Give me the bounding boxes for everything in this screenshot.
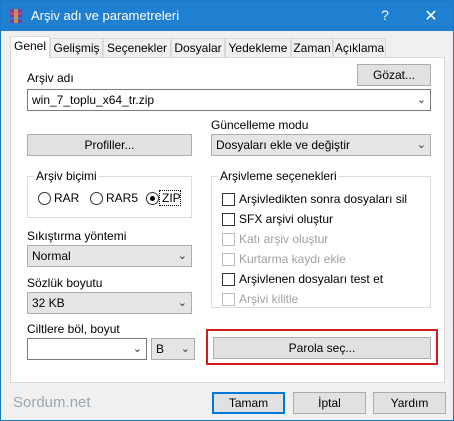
compression-select[interactable]: Normal ⌄ — [27, 245, 192, 267]
chevron-down-icon: ⌄ — [177, 250, 187, 262]
tab-general[interactable]: Genel — [10, 36, 50, 58]
checkbox-sfx-label: SFX arşivi oluştur — [239, 212, 334, 226]
chevron-down-icon[interactable]: ⌄ — [417, 90, 426, 110]
dictionary-label: Sözlük boyutu — [27, 276, 103, 290]
tab-advanced[interactable]: Gelişmiş — [50, 38, 103, 57]
checkbox-test-label: Arşivlenen dosyaları test et — [239, 272, 384, 286]
general-panel: Arşiv adı Gözat... win_7_toplu_x64_tr.zi… — [10, 57, 445, 383]
cancel-button[interactable]: İptal — [293, 392, 366, 414]
update-mode-value: Dosyaları ekle ve değiştir — [216, 138, 351, 152]
help-title-button[interactable]: ? — [373, 7, 397, 23]
browse-button[interactable]: Gözat... — [357, 64, 431, 86]
title-bar: Arşiv adı ve parametreleri ? ✕ — [1, 1, 453, 31]
help-button[interactable]: Yardım — [373, 392, 446, 414]
update-mode-label: Güncelleme modu — [211, 118, 309, 132]
chevron-down-icon[interactable]: ⌄ — [133, 339, 142, 359]
focus-indicator — [159, 190, 181, 206]
chevron-down-icon: ⌄ — [416, 139, 426, 151]
archive-name-input[interactable]: win_7_toplu_x64_tr.zip ⌄ — [27, 89, 431, 111]
archive-format-group: Arşiv biçimi RAR RAR5 ZIP — [27, 169, 192, 218]
dictionary-select[interactable]: 32 KB ⌄ — [27, 292, 192, 314]
radio-rar5[interactable] — [90, 192, 103, 205]
radio-rar-label: RAR — [54, 191, 80, 205]
profiles-button[interactable]: Profiller... — [27, 134, 192, 156]
archiving-options-group: Arşivleme seçenekleri Arşivledikten sonr… — [211, 169, 431, 308]
checkbox-delete-after[interactable] — [222, 193, 235, 206]
tab-comment[interactable]: Açıklama — [333, 38, 386, 57]
winrar-icon — [10, 9, 22, 23]
set-password-button[interactable]: Parola seç... — [213, 337, 431, 359]
chevron-down-icon: ⌄ — [177, 297, 187, 309]
dialog-window: Arşiv adı ve parametreleri ? ✕ Genel Gel… — [0, 0, 454, 421]
checkbox-lock-label: Arşivi kilitle — [239, 292, 299, 306]
update-mode-select[interactable]: Dosyaları ekle ve değiştir ⌄ — [211, 134, 431, 156]
radio-zip[interactable] — [146, 192, 159, 205]
checkbox-test[interactable] — [222, 273, 235, 286]
tab-backup[interactable]: Yedekleme — [225, 38, 291, 57]
archive-name-value: win_7_toplu_x64_tr.zip — [32, 93, 155, 107]
archiving-options-title: Arşivleme seçenekleri — [218, 169, 339, 183]
checkbox-solid-label: Katı arşiv oluştur — [239, 232, 329, 246]
archive-name-label: Arşiv adı — [27, 71, 74, 85]
tab-files[interactable]: Dosyalar — [171, 38, 225, 57]
split-unit-select[interactable]: B ⌄ — [151, 338, 195, 360]
checkbox-lock — [222, 293, 235, 306]
window-title: Arşiv adı ve parametreleri — [31, 8, 180, 23]
compression-label: Sıkıştırma yöntemi — [27, 229, 127, 243]
archive-format-title: Arşiv biçimi — [34, 169, 99, 183]
compression-value: Normal — [32, 249, 71, 263]
checkbox-sfx[interactable] — [222, 213, 235, 226]
close-button[interactable]: ✕ — [419, 6, 443, 26]
radio-rar[interactable] — [38, 192, 51, 205]
dictionary-value: 32 KB — [32, 296, 65, 310]
split-unit-value: B — [156, 342, 165, 356]
ok-button[interactable]: Tamam — [212, 392, 285, 414]
radio-rar5-label: RAR5 — [106, 191, 139, 205]
split-label: Ciltlere böl, boyut — [27, 322, 120, 336]
checkbox-delete-after-label: Arşivledikten sonra dosyaları sil — [239, 192, 408, 206]
checkbox-recovery-label: Kurtarma kaydı ekle — [239, 252, 346, 266]
split-size-input[interactable]: ⌄ — [27, 338, 147, 360]
tab-options[interactable]: Seçenekler — [103, 38, 171, 57]
chevron-down-icon: ⌄ — [180, 343, 190, 355]
radio-selected-dot — [150, 196, 155, 201]
checkbox-recovery — [222, 253, 235, 266]
checkbox-solid — [222, 233, 235, 246]
watermark: Sordum.net — [13, 394, 91, 411]
tab-time[interactable]: Zaman — [291, 38, 333, 57]
